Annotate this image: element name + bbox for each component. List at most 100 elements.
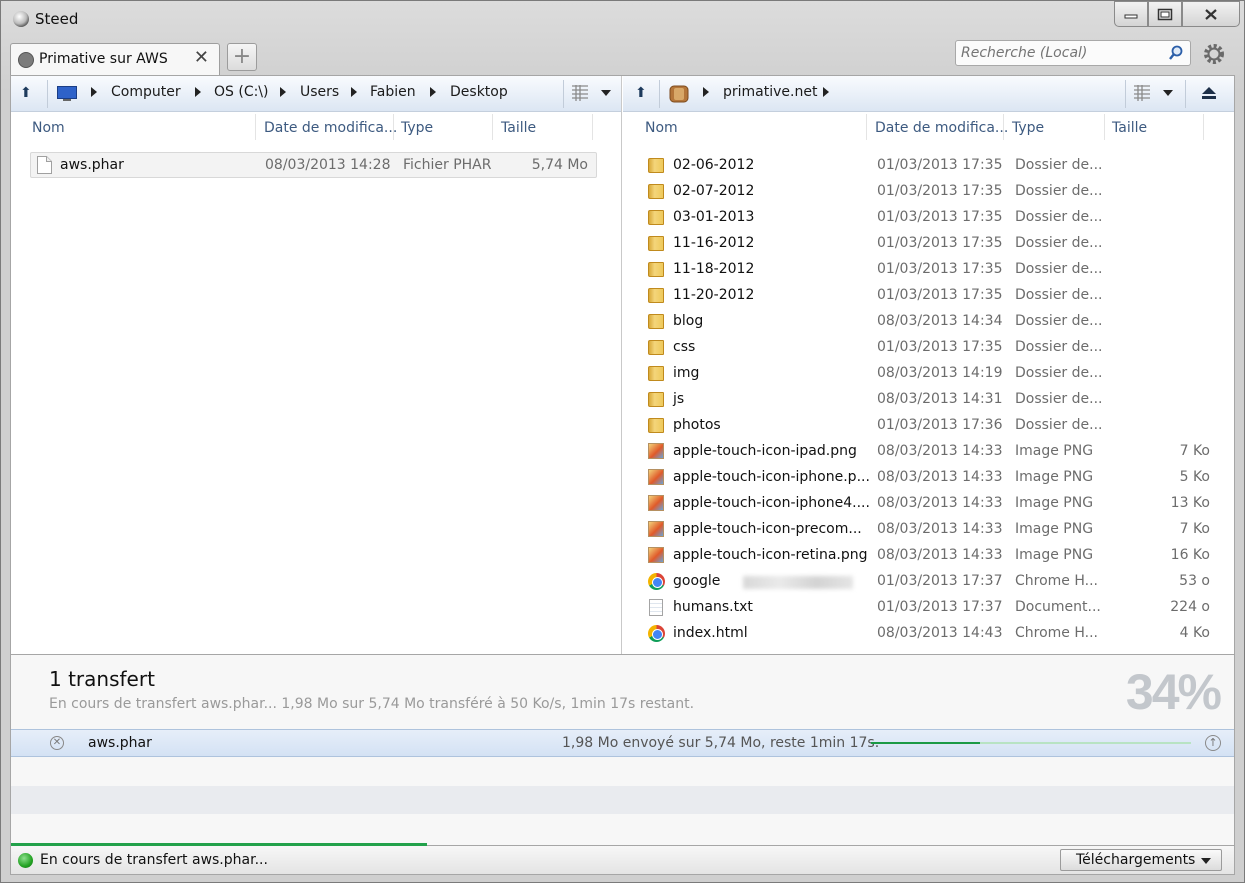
col-header-type[interactable]: Type <box>1012 120 1044 136</box>
empty-row <box>11 814 1234 842</box>
col-header-name[interactable]: Nom <box>32 120 65 136</box>
col-header-date[interactable]: Date de modifica... <box>264 120 397 136</box>
file-icon <box>37 156 52 174</box>
file-row[interactable]: google 01/03/2013 17:37 Chrome H... 53 o <box>623 569 1234 595</box>
file-row[interactable]: apple-touch-icon-precom... 08/03/2013 14:… <box>623 517 1234 543</box>
breadcrumb-arrow-icon[interactable] <box>351 87 357 97</box>
file-date: 08/03/2013 14:34 <box>877 313 1003 329</box>
col-divider[interactable] <box>492 114 493 140</box>
breadcrumb-arrow-icon[interactable] <box>195 87 201 97</box>
folder-icon <box>648 418 664 433</box>
close-icon <box>1205 8 1217 20</box>
file-row[interactable]: 03-01-2013 01/03/2013 17:35 Dossier de... <box>623 205 1234 231</box>
folder-icon <box>648 158 664 173</box>
col-divider[interactable] <box>866 114 867 140</box>
gear-icon[interactable] <box>1202 42 1226 66</box>
local-breadcrumb: ⬆ Computer OS (C:\) Users Fabien Desktop <box>11 76 621 112</box>
maximize-icon <box>1157 8 1173 20</box>
eject-icon[interactable] <box>1201 86 1217 100</box>
file-size: 224 o <box>1170 599 1210 615</box>
file-date: 01/03/2013 17:37 <box>877 599 1003 615</box>
breadcrumb-arrow-icon[interactable] <box>280 87 286 97</box>
file-row[interactable]: css 01/03/2013 17:35 Dossier de... <box>623 335 1234 361</box>
col-header-size[interactable]: Taille <box>1112 120 1147 136</box>
local-pane: ⬆ Computer OS (C:\) Users Fabien Desktop… <box>11 76 622 654</box>
divider <box>563 80 564 108</box>
col-divider[interactable] <box>1003 114 1004 140</box>
search-icon[interactable] <box>1168 45 1184 61</box>
file-row[interactable]: apple-touch-icon-ipad.png 08/03/2013 14:3… <box>623 439 1234 465</box>
empty-row <box>11 758 1234 786</box>
file-row[interactable]: blog 08/03/2013 14:34 Dossier de... <box>623 309 1234 335</box>
file-row[interactable]: js 08/03/2013 14:31 Dossier de... <box>623 387 1234 413</box>
file-row[interactable]: 11-16-2012 01/03/2013 17:35 Dossier de... <box>623 231 1234 257</box>
breadcrumb-fabien[interactable]: Fabien <box>370 84 416 100</box>
breadcrumb-arrow-icon[interactable] <box>91 87 97 97</box>
breadcrumb-arrow-icon[interactable] <box>430 87 436 97</box>
view-dropdown-icon[interactable] <box>601 90 611 96</box>
breadcrumb-arrow-icon[interactable] <box>823 87 829 97</box>
status-ok-icon <box>18 853 33 868</box>
file-row[interactable]: apple-touch-icon-iphone.p... 08/03/2013 1… <box>623 465 1234 491</box>
file-name: img <box>673 365 700 381</box>
file-name: 02-07-2012 <box>673 183 755 199</box>
downloads-button[interactable]: Téléchargements <box>1060 849 1222 871</box>
file-name: index.html <box>673 625 748 641</box>
add-tab-button[interactable]: + <box>227 43 257 71</box>
columns-icon[interactable] <box>571 84 589 102</box>
columns-icon[interactable] <box>1133 84 1151 102</box>
col-divider[interactable] <box>1203 114 1204 140</box>
col-header-type[interactable]: Type <box>401 120 433 136</box>
breadcrumb-users[interactable]: Users <box>300 84 339 100</box>
up-arrow-icon[interactable]: ⬆ <box>20 85 32 101</box>
col-header-size[interactable]: Taille <box>501 120 536 136</box>
col-divider[interactable] <box>592 114 593 140</box>
file-row[interactable]: img 08/03/2013 14:19 Dossier de... <box>623 361 1234 387</box>
file-row[interactable]: apple-touch-icon-retina.png 08/03/2013 14… <box>623 543 1234 569</box>
col-divider[interactable] <box>1104 114 1105 140</box>
file-date: 08/03/2013 14:33 <box>877 469 1003 485</box>
file-name: apple-touch-icon-iphone4.... <box>673 495 870 511</box>
file-date: 08/03/2013 14:33 <box>877 495 1003 511</box>
file-row[interactable]: apple-touch-icon-iphone4.... 08/03/2013 1… <box>623 491 1234 517</box>
folder-icon <box>648 340 664 355</box>
remote-breadcrumb: ⬆ primative.net <box>623 76 1234 112</box>
maximize-button[interactable] <box>1148 1 1182 27</box>
file-row[interactable]: index.html 08/03/2013 14:43 Chrome H... 4 K… <box>623 621 1234 647</box>
file-row-aws-phar[interactable]: aws.phar 08/03/2013 14:28 Fichier PHAR 5… <box>30 152 597 178</box>
cancel-transfer-icon[interactable]: ✕ <box>50 736 64 750</box>
col-header-name[interactable]: Nom <box>645 120 678 136</box>
col-header-date[interactable]: Date de modifica... <box>875 120 1008 136</box>
breadcrumb-arrow-icon[interactable] <box>703 87 709 97</box>
tab-primative-sur-aws[interactable]: Primative sur AWS ✕ <box>10 43 220 75</box>
tab-close-icon[interactable]: ✕ <box>194 47 209 68</box>
breadcrumb-primative-net[interactable]: primative.net <box>723 84 817 100</box>
file-row[interactable]: photos 01/03/2013 17:36 Dossier de... <box>623 413 1234 439</box>
computer-icon[interactable] <box>57 86 77 101</box>
file-row[interactable]: humans.txt 01/03/2013 17:37 Document... 224… <box>623 595 1234 621</box>
server-icon[interactable] <box>669 84 689 103</box>
file-date: 08/03/2013 14:33 <box>877 443 1003 459</box>
file-row[interactable]: 11-20-2012 01/03/2013 17:35 Dossier de... <box>623 283 1234 309</box>
file-date: 08/03/2013 14:28 <box>265 157 391 173</box>
close-window-button[interactable] <box>1182 1 1240 27</box>
view-dropdown-icon[interactable] <box>1163 90 1173 96</box>
file-row[interactable]: 02-06-2012 01/03/2013 17:35 Dossier de... <box>623 153 1234 179</box>
up-arrow-icon[interactable]: ⬆ <box>635 85 647 101</box>
breadcrumb-desktop[interactable]: Desktop <box>450 84 508 100</box>
col-divider[interactable] <box>255 114 256 140</box>
minimize-button[interactable] <box>1114 1 1148 27</box>
folder-icon <box>648 210 664 225</box>
file-row[interactable]: 11-18-2012 01/03/2013 17:35 Dossier de... <box>623 257 1234 283</box>
file-row[interactable]: 02-07-2012 01/03/2013 17:35 Dossier de... <box>623 179 1234 205</box>
redacted-text <box>743 576 853 589</box>
search-input[interactable] <box>956 41 1156 65</box>
transfer-row[interactable]: ✕ aws.phar 1,98 Mo envoyé sur 5,74 Mo, r… <box>11 729 1234 757</box>
file-name: aws.phar <box>60 157 124 173</box>
file-type: Dossier de... <box>1015 157 1103 173</box>
breadcrumb-computer[interactable]: Computer <box>111 84 181 100</box>
col-divider[interactable] <box>393 114 394 140</box>
window-controls <box>1114 1 1240 27</box>
breadcrumb-os-drive[interactable]: OS (C:\) <box>214 84 269 100</box>
file-date: 01/03/2013 17:35 <box>877 183 1003 199</box>
